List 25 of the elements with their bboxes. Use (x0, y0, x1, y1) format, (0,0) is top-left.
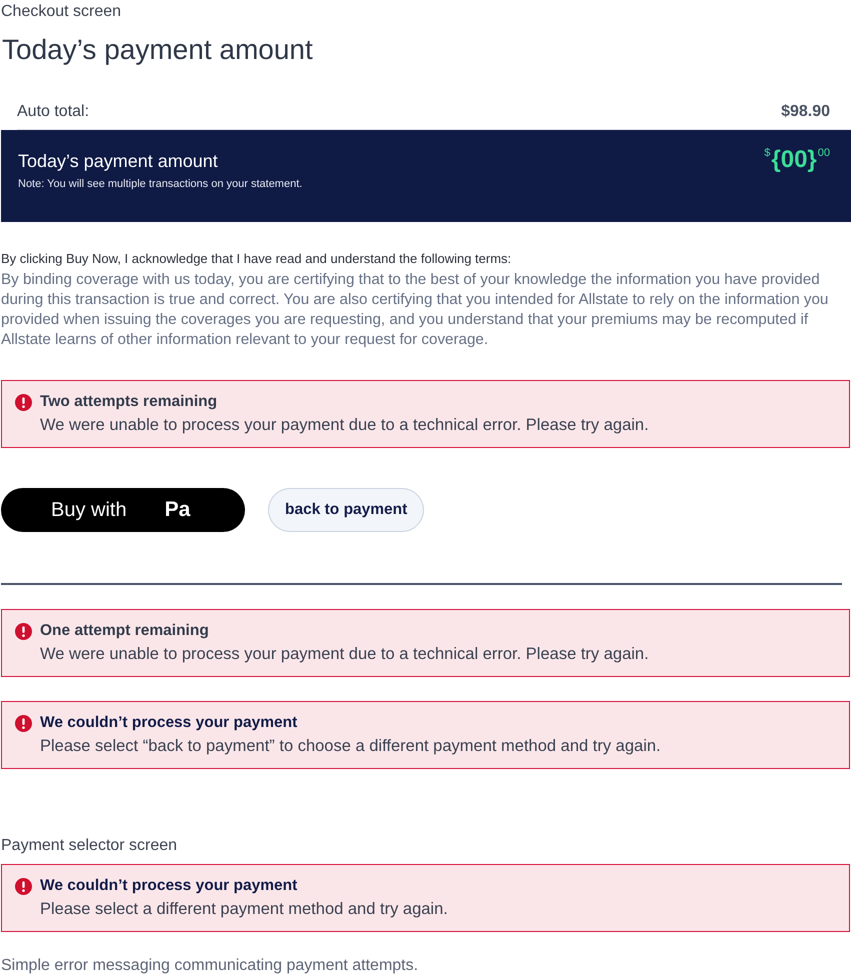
buy-button[interactable]: Buy with Pa (1, 488, 245, 532)
alert-message: Please select a different payment method and try again. (40, 899, 448, 920)
error-icon (15, 394, 32, 411)
alert-message: We were unable to process your payment due to a technical error. Please try again. (40, 644, 649, 665)
payment-amount: ${00}00 (764, 145, 830, 175)
caption: Simple error messaging communicating payment attempts. (0, 956, 420, 974)
error-icon (15, 715, 32, 732)
terms-heading: By clicking Buy Now, I acknowledge that I have read and understand the following terms: (0, 250, 512, 268)
terms-text: By binding coverage with us today, you are certifying that to the best of your knowledge the information you have provided during this transaction is true and correct. You are also certifying that you intended for Allstate to rely on the information you provided when issuing the coverages you are requesting, and you understand that your premiums may be recomputed if Allstate learns of other information relevant to your request for coverage. (0, 270, 830, 350)
total-label: Auto total: (17, 102, 90, 120)
alert-message: Please select “back to payment” to choose a different payment method and try again. (40, 736, 661, 757)
page-heading: Today’s payment amount (2, 33, 313, 67)
error-icon (15, 623, 32, 640)
alert-title: One attempt remaining (40, 621, 210, 641)
section-label: Checkout screen (0, 2, 122, 22)
total-value: $98.90 (781, 102, 830, 120)
back-to-payment-button[interactable]: back to payment (268, 488, 424, 532)
alert-title: We couldn’t process your payment (40, 713, 298, 733)
alert-message: We were unable to process your payment due to a technical error. Please try again. (40, 415, 649, 436)
alert-title: We couldn’t process your payment (40, 876, 298, 896)
error-icon (15, 878, 32, 895)
panel-note: Note: You will see multiple transactions on your statement. (18, 177, 302, 191)
section-label: Payment selector screen (0, 836, 178, 856)
alert-title: Two attempts remaining (40, 392, 218, 412)
panel-title: Today’s payment amount (18, 150, 219, 172)
